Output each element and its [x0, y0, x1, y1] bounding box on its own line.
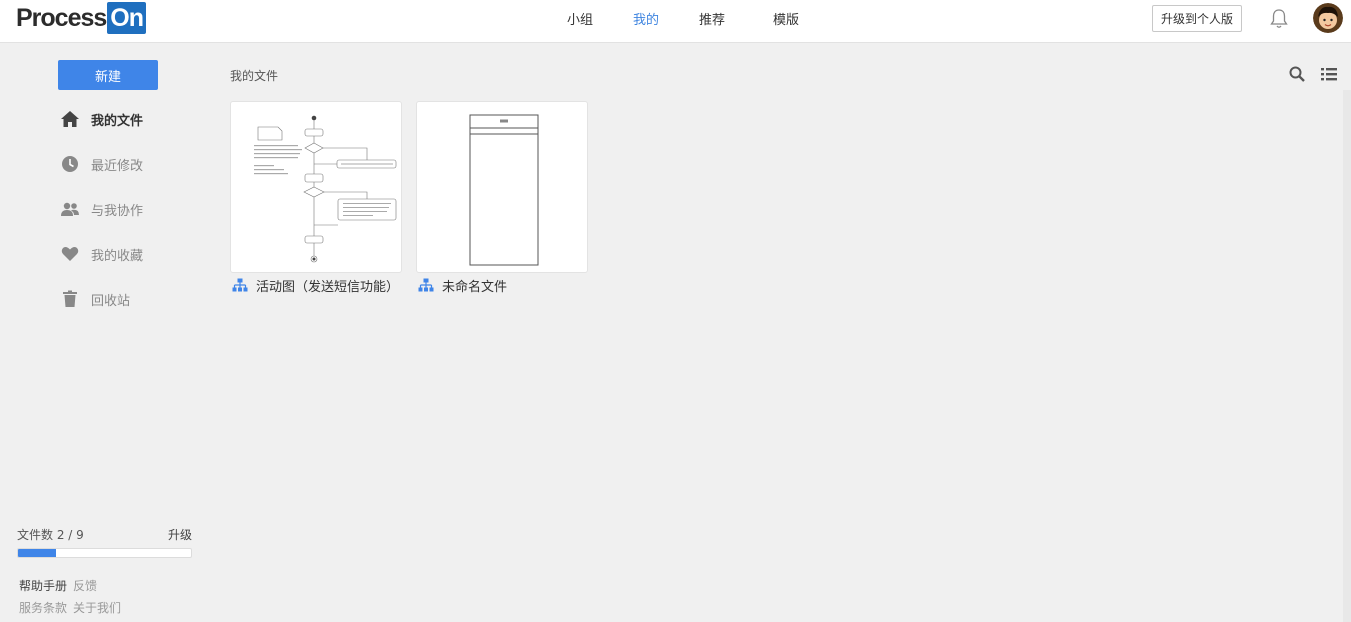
nav-item-templates[interactable]: 模版: [773, 9, 799, 28]
file-name: 未命名文件: [442, 279, 508, 295]
quota-upgrade-link[interactable]: 升级: [168, 527, 192, 543]
sidebar-item-label: 最近修改: [91, 158, 144, 174]
logo-badge: On: [107, 2, 147, 34]
upgrade-personal-button[interactable]: 升级到个人版: [1152, 5, 1242, 32]
sidebar-item-label: 回收站: [91, 293, 131, 309]
sidebar-item-shared[interactable]: 与我协作: [58, 197, 143, 221]
sidebar-item-trash[interactable]: 回收站: [58, 287, 130, 311]
sidebar-item-label: 我的收藏: [91, 248, 144, 264]
clock-icon: [58, 154, 82, 174]
quota-progress-bar: [17, 548, 192, 558]
diagram-icon: [232, 278, 248, 292]
diagram-icon: [418, 278, 434, 292]
scrollbar[interactable]: [1343, 90, 1351, 622]
new-file-button[interactable]: 新建: [58, 60, 158, 90]
nav-item-recommend[interactable]: 推荐: [699, 9, 725, 28]
file-card-thumbnail[interactable]: [230, 101, 402, 273]
bell-icon[interactable]: [1269, 8, 1289, 30]
about-link[interactable]: 关于我们: [73, 601, 121, 615]
processon-logo[interactable]: Process On: [16, 2, 147, 34]
search-icon[interactable]: [1289, 66, 1305, 82]
heart-icon: [58, 244, 82, 264]
nav-item-group[interactable]: 小组: [567, 9, 593, 28]
breadcrumb: 我的文件: [230, 69, 279, 83]
quota-progress-fill: [18, 549, 57, 557]
file-card-thumbnail[interactable]: [416, 101, 588, 273]
footer-links-row-2: 服务条款 关于我们: [19, 599, 127, 616]
help-link[interactable]: 帮助手册: [19, 579, 67, 593]
user-avatar[interactable]: [1313, 3, 1343, 33]
quota-label: 文件数 2 / 9: [17, 528, 84, 542]
sidebar-item-label: 我的文件: [91, 113, 144, 129]
list-view-icon[interactable]: [1321, 66, 1337, 82]
home-icon: [58, 109, 82, 129]
activity-diagram-thumbnail: [254, 115, 397, 263]
terms-link[interactable]: 服务条款: [19, 601, 67, 615]
file-quota: 文件数 2 / 9 升级: [17, 527, 192, 558]
nav-item-mine[interactable]: 我的: [633, 9, 659, 28]
file-item-untitled[interactable]: 未命名文件: [418, 276, 508, 295]
feedback-link[interactable]: 反馈: [73, 579, 97, 593]
swimlane-thumbnail: [469, 114, 539, 266]
sidebar-item-label: 与我协作: [91, 203, 144, 219]
logo-text: Process: [16, 3, 107, 32]
sidebar-item-my-files[interactable]: 我的文件: [58, 107, 143, 131]
top-header: Process On 小组 我的 推荐 模版 升级到个人版: [0, 0, 1351, 43]
footer-links-row-1: 帮助手册 反馈: [19, 577, 103, 594]
sidebar-item-recent[interactable]: 最近修改: [58, 152, 143, 176]
file-name: 活动图（发送短信功能）: [256, 279, 400, 295]
people-icon: [58, 199, 82, 219]
trash-icon: [58, 289, 82, 309]
file-item-activity[interactable]: 活动图（发送短信功能）: [232, 276, 400, 295]
sidebar-item-favorites[interactable]: 我的收藏: [58, 242, 143, 266]
